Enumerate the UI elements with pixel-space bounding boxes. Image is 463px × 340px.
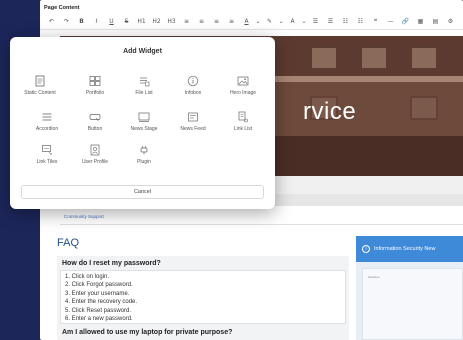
bold-button[interactable]: B	[74, 18, 89, 25]
widget-portfolio[interactable]: Portfolio	[72, 75, 118, 103]
quote-button[interactable]: ❝	[368, 18, 383, 25]
widget-label: Button	[87, 126, 103, 132]
button-icon	[89, 114, 101, 122]
widget-label: Hero Image	[229, 90, 257, 96]
link-list-icon	[238, 111, 248, 123]
strikethrough-button[interactable]: S	[119, 18, 134, 25]
font-size-button[interactable]: A	[285, 18, 300, 25]
news-stage-icon	[138, 112, 150, 122]
widget-link-list[interactable]: Link List	[220, 111, 266, 139]
info-panel-header: i Information Security New	[356, 236, 463, 262]
heading2-button[interactable]: H2	[149, 18, 164, 25]
heading3-button[interactable]: H3	[164, 18, 179, 25]
widget-link-tiles[interactable]: Link Tiles	[24, 144, 70, 172]
widget-news-stage[interactable]: News Stage	[121, 111, 167, 139]
media-button[interactable]: ▤	[428, 18, 443, 25]
widget-label: Plugin	[137, 159, 151, 165]
widget-static-content[interactable]: Static Content	[17, 75, 63, 103]
widget-user-profile[interactable]: User Profile	[72, 144, 118, 172]
text-color-button[interactable]: A	[239, 18, 254, 25]
hero-title: rvice	[303, 98, 357, 125]
link-button[interactable]: 🔗	[398, 18, 413, 25]
faq-answer: 1. Click on login. 2. Click Forgot passw…	[60, 270, 346, 324]
widget-label: Infobox	[184, 90, 202, 96]
align-center-button[interactable]: ≡	[194, 18, 209, 25]
table-button[interactable]: ▦	[413, 18, 428, 25]
answer-line: 1. Click on login.	[65, 274, 110, 280]
widget-label: News Stage	[130, 126, 158, 132]
widget-plugin[interactable]: Plugin	[121, 144, 167, 172]
accordion-icon	[42, 113, 52, 121]
numbered-list-button[interactable]: ☰	[323, 18, 338, 25]
widget-file-list[interactable]: File List	[121, 75, 167, 103]
info-panel-title: Information Security New	[374, 246, 436, 252]
dialog-title: Add Widget	[123, 48, 162, 55]
news-feed-icon	[188, 112, 198, 122]
widget-button[interactable]: Button	[72, 111, 118, 139]
chevron-down-icon[interactable]: ⌄	[254, 18, 262, 25]
horizontal-rule-button[interactable]: —	[383, 18, 398, 25]
info-icon	[187, 75, 199, 87]
breadcrumb-link[interactable]: Community Support	[64, 214, 104, 219]
italic-button[interactable]: I	[89, 18, 104, 25]
portfolio-icon	[89, 76, 101, 86]
faq-title: FAQ	[57, 237, 80, 249]
widget-infobox[interactable]: Infobox	[170, 75, 216, 103]
answer-line: 5. Click Reset password.	[65, 307, 132, 314]
chevron-down-icon[interactable]: ⌄	[300, 18, 308, 25]
outdent-button[interactable]: ☷	[338, 18, 353, 25]
faq-question[interactable]: How do I reset my password?	[62, 260, 161, 267]
widget-label: Link Tiles	[36, 159, 58, 165]
highlight-button[interactable]: ✎	[262, 18, 277, 25]
undo-button[interactable]: ↶	[44, 18, 59, 25]
info-icon: i	[362, 245, 370, 253]
plugin-icon	[140, 146, 148, 155]
info-panel-caption: Sections	[368, 275, 380, 279]
image-icon	[237, 76, 249, 86]
widget-label: Link List	[233, 126, 253, 132]
widget-hero-image[interactable]: Hero Image	[220, 75, 266, 103]
bullet-list-button[interactable]: ☰	[308, 18, 323, 25]
indent-button[interactable]: ☷	[353, 18, 368, 25]
heading1-button[interactable]: H1	[134, 18, 149, 25]
editor-title: Page Content	[44, 5, 80, 11]
widget-label: News Feed	[180, 126, 206, 132]
chevron-down-icon[interactable]: ⌄	[277, 18, 285, 25]
widget-accordion[interactable]: Accordion	[24, 111, 70, 139]
faq-panel: How do I reset my password? 1. Click on …	[57, 256, 349, 340]
settings-button[interactable]: ⚙	[443, 18, 458, 25]
widget-label: Accordion	[35, 126, 59, 132]
editor-toolbar: ↶ ↷ B I U S H1 H2 H3 ≡ ≡ ≡ ≡ A ⌄ ✎ ⌄ A ⌄…	[40, 14, 463, 30]
add-widget-dialog: Add Widget Static Content Portfolio File…	[10, 37, 275, 209]
answer-line: 4. Enter the recovery code.	[65, 299, 138, 306]
info-panel: i Information Security New Sections	[356, 236, 463, 340]
answer-line: 2. Click Forgot password.	[65, 282, 133, 289]
widget-label: File List	[135, 90, 153, 96]
align-justify-button[interactable]: ≡	[224, 18, 239, 25]
widget-label: Static Content	[24, 90, 56, 96]
widget-label: User Profile	[81, 159, 109, 165]
align-left-button[interactable]: ≡	[179, 18, 194, 25]
faq-question[interactable]: Am I allowed to use my laptop for privat…	[62, 329, 232, 336]
widget-label: Portfolio	[85, 90, 105, 96]
link-tiles-icon	[42, 145, 52, 156]
document-icon	[35, 75, 45, 87]
answer-line: 6. Enter a new password.	[65, 316, 133, 323]
file-list-icon	[140, 77, 150, 87]
user-profile-icon	[90, 144, 100, 156]
answer-line: 3. Enter your username.	[65, 290, 130, 297]
underline-button[interactable]: U	[104, 18, 119, 25]
widget-news-feed[interactable]: News Feed	[170, 111, 216, 139]
redo-button[interactable]: ↷	[59, 18, 74, 25]
cancel-button[interactable]: Cancel	[21, 185, 264, 199]
align-right-button[interactable]: ≡	[209, 18, 224, 25]
